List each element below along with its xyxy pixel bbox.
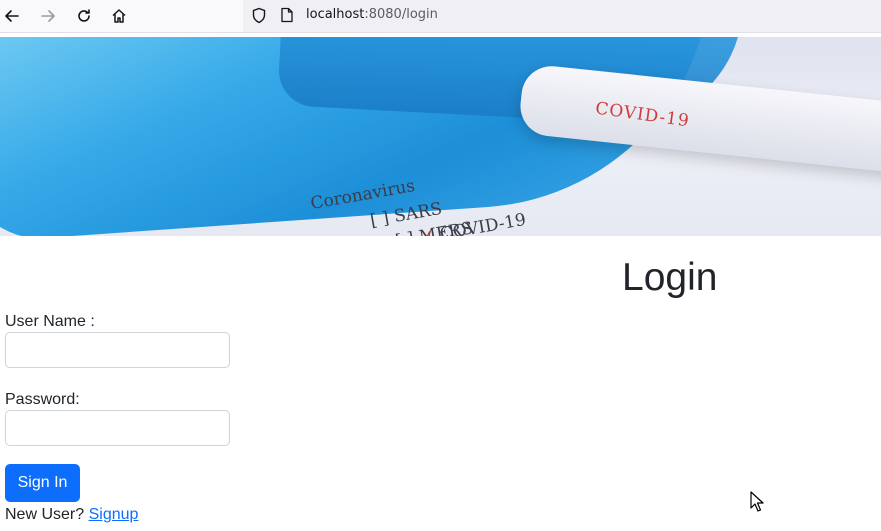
forward-arrow-icon[interactable] [36,4,60,28]
password-input[interactable] [5,410,230,446]
url-path: :8080/login [364,7,438,22]
url-host: localhost [306,7,365,22]
signup-line: New User? Signup [5,506,138,524]
doc-line-4-text: COVID-19 [438,209,528,236]
check-mark-icon: ✓ [419,226,437,236]
home-icon[interactable] [107,4,131,28]
back-arrow-icon[interactable] [0,4,24,28]
url-text[interactable]: localhost:8080/login [306,7,438,22]
username-input[interactable] [5,332,230,368]
signup-link[interactable]: Signup [89,506,139,523]
banner-image: COVID-19 Coronavirus [ ] SARS [ ] MERS ✓… [0,37,881,236]
mouse-cursor-icon [750,491,764,518]
sign-in-button[interactable]: Sign In [5,464,80,502]
password-label: Password: [5,391,80,408]
new-user-text: New User? [5,506,85,523]
username-label: User Name : [5,313,95,330]
page-title: Login [622,256,718,299]
shield-icon[interactable] [251,7,267,29]
browser-toolbar: localhost:8080/login [0,0,881,33]
page-icon [280,7,294,28]
reload-icon[interactable] [72,4,96,28]
